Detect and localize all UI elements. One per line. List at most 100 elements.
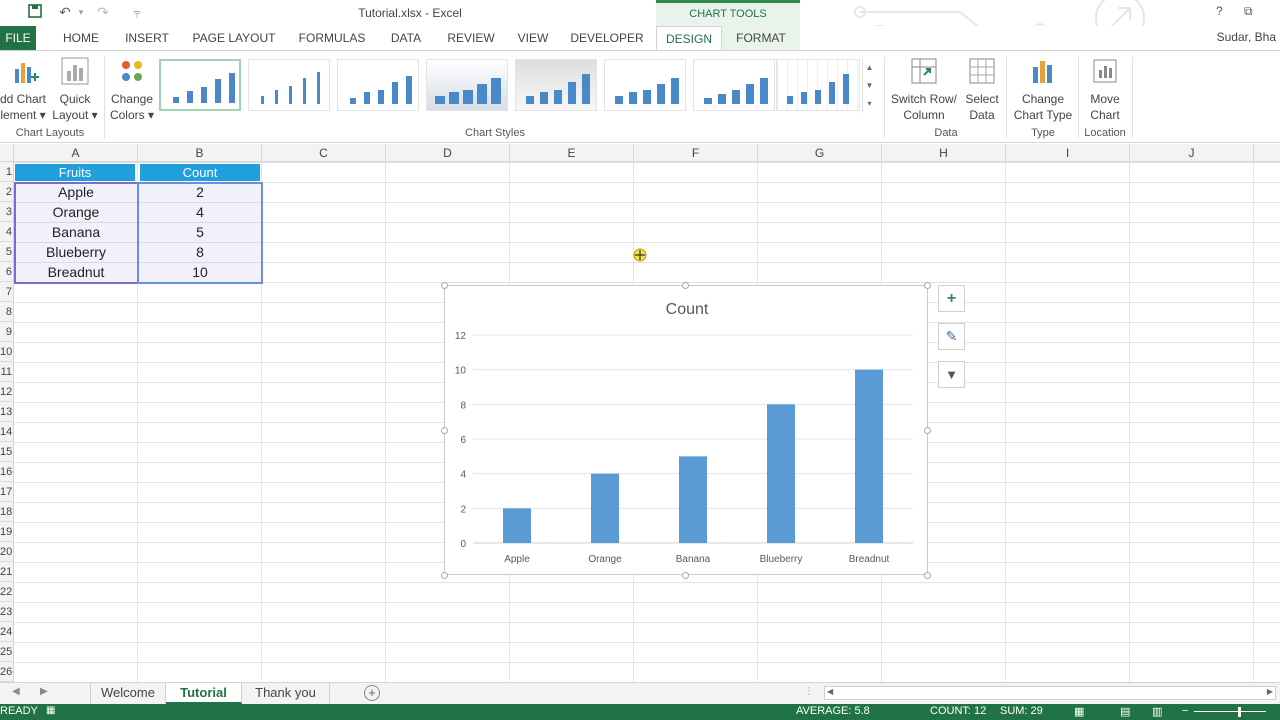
chart-title[interactable]: Count <box>666 301 709 318</box>
bar-orange[interactable] <box>591 473 619 543</box>
column-header-c[interactable]: C <box>262 144 386 162</box>
resize-handle[interactable] <box>682 282 689 289</box>
horizontal-scrollbar[interactable]: ◀ ▶ <box>824 686 1276 700</box>
cell-b5[interactable]: 8 <box>138 242 262 262</box>
row-header-2[interactable]: 2 <box>0 182 13 202</box>
column-chart[interactable]: Count 0 2 4 6 8 10 12 Apple Orange Banana Blueberry… <box>444 285 928 575</box>
cell-a2[interactable]: Apple <box>14 182 138 202</box>
tab-format[interactable]: FORMAT <box>722 26 800 50</box>
column-header-d[interactable]: D <box>386 144 510 162</box>
row-header-11[interactable]: 11 <box>0 362 13 382</box>
tab-file[interactable]: FILE <box>0 26 36 50</box>
tab-design[interactable]: DESIGN <box>656 26 722 50</box>
row-header-10[interactable]: 10 <box>0 342 13 362</box>
chart-style-2[interactable] <box>248 59 330 111</box>
row-header-18[interactable]: 18 <box>0 502 13 522</box>
column-header-g[interactable]: G <box>758 144 882 162</box>
chart-style-1[interactable] <box>159 59 241 111</box>
help-button[interactable]: ? <box>1216 4 1223 18</box>
bar-apple[interactable] <box>503 508 531 543</box>
row-header-7[interactable]: 7 <box>0 282 13 302</box>
page-layout-view-icon[interactable]: ▤ <box>1120 705 1130 718</box>
row-header-16[interactable]: 16 <box>0 462 13 482</box>
row-header-20[interactable]: 20 <box>0 542 13 562</box>
row-header-17[interactable]: 17 <box>0 482 13 502</box>
sheet-next-icon[interactable]: ▶ <box>40 686 48 697</box>
bar-breadnut[interactable] <box>855 369 883 543</box>
column-header-e[interactable]: E <box>510 144 634 162</box>
tab-page-layout[interactable]: PAGE LAYOUT <box>186 26 282 50</box>
sheet-tab-welcome[interactable]: Welcome <box>90 683 166 704</box>
quick-layout-button[interactable]: Quick Layout ▾ <box>52 55 98 123</box>
resize-handle[interactable] <box>924 427 931 434</box>
add-sheet-button[interactable]: + <box>364 685 380 701</box>
row-header-24[interactable]: 24 <box>0 622 13 642</box>
cell-a6[interactable]: Breadnut <box>14 262 138 282</box>
row-header-19[interactable]: 19 <box>0 522 13 542</box>
tab-insert[interactable]: INSERT <box>118 26 176 50</box>
tab-formulas[interactable]: FORMULAS <box>292 26 372 50</box>
sheet-tab-thank-you[interactable]: Thank you <box>242 683 330 704</box>
row-header-26[interactable]: 26 <box>0 662 13 682</box>
chart-style-4[interactable] <box>426 59 508 111</box>
column-header-a[interactable]: A <box>14 144 138 162</box>
column-header-j[interactable]: J <box>1130 144 1254 162</box>
resize-handle[interactable] <box>441 427 448 434</box>
row-header-6[interactable]: 6 <box>0 262 13 282</box>
row-header-9[interactable]: 9 <box>0 322 13 342</box>
chart-style-6[interactable] <box>604 59 686 111</box>
user-name[interactable]: Sudar, Bha <box>1217 30 1276 44</box>
resize-handle[interactable] <box>924 572 931 579</box>
row-header-21[interactable]: 21 <box>0 562 13 582</box>
row-header-23[interactable]: 23 <box>0 602 13 622</box>
row-header-8[interactable]: 8 <box>0 302 13 322</box>
save-icon[interactable] <box>26 3 44 21</box>
redo-icon[interactable]: ↷ <box>94 3 112 21</box>
row-header-5[interactable]: 5 <box>0 242 13 262</box>
column-header-b[interactable]: B <box>138 144 262 162</box>
tab-review[interactable]: REVIEW <box>440 26 502 50</box>
chart-style-5[interactable] <box>515 59 597 111</box>
resize-handle[interactable] <box>924 282 931 289</box>
bar-banana[interactable] <box>679 456 707 543</box>
zoom-slider-thumb[interactable] <box>1238 707 1241 717</box>
change-colors-button[interactable]: Change Colors ▾ <box>108 55 156 123</box>
undo-dropdown-icon[interactable]: ▾ <box>72 3 90 21</box>
sheet-tab-tutorial[interactable]: Tutorial <box>166 683 242 704</box>
resize-handle[interactable] <box>682 572 689 579</box>
select-data-button[interactable]: Select Data <box>962 55 1002 123</box>
cell-a5[interactable]: Blueberry <box>14 242 138 262</box>
zoom-out-icon[interactable]: − <box>1182 705 1188 717</box>
cell-a1[interactable]: Fruits <box>15 164 135 181</box>
row-header-3[interactable]: 3 <box>0 202 13 222</box>
resize-handle[interactable] <box>441 572 448 579</box>
tab-home[interactable]: HOME <box>54 26 108 50</box>
chart-styles-button[interactable]: ✎ <box>938 323 965 350</box>
cell-a3[interactable]: Orange <box>14 202 138 222</box>
cell-a4[interactable]: Banana <box>14 222 138 242</box>
bar-blueberry[interactable] <box>767 404 795 543</box>
add-chart-element-button[interactable]: dd Chart lement ▾ <box>0 55 50 123</box>
gallery-up-icon[interactable]: ▲ <box>863 59 876 77</box>
chart-style-3[interactable] <box>337 59 419 111</box>
row-header-15[interactable]: 15 <box>0 442 13 462</box>
change-chart-type-button[interactable]: Change Chart Type <box>1010 55 1076 123</box>
cell-b4[interactable]: 5 <box>138 222 262 242</box>
row-header-22[interactable]: 22 <box>0 582 13 602</box>
chart-filters-button[interactable]: ▼ <box>938 361 965 388</box>
row-header-4[interactable]: 4 <box>0 222 13 242</box>
column-header-f[interactable]: F <box>634 144 758 162</box>
cell-b6[interactable]: 10 <box>138 262 262 282</box>
cell-b1[interactable]: Count <box>140 164 260 181</box>
macro-record-icon[interactable]: ▦ <box>46 705 55 716</box>
column-header-h[interactable]: H <box>882 144 1006 162</box>
switch-row-column-button[interactable]: Switch Row/ Column <box>888 55 960 123</box>
chart-style-8[interactable] <box>776 59 860 111</box>
restore-button[interactable]: ⧉ <box>1244 4 1253 19</box>
tab-view[interactable]: VIEW <box>512 26 554 50</box>
normal-view-icon[interactable]: ▦ <box>1074 705 1084 718</box>
gallery-down-icon[interactable]: ▼ <box>863 77 876 95</box>
scroll-right-icon[interactable]: ▶ <box>1267 687 1273 696</box>
chart-elements-button[interactable]: + <box>938 285 965 312</box>
customize-toolbar-icon[interactable]: ╤ <box>128 3 146 21</box>
